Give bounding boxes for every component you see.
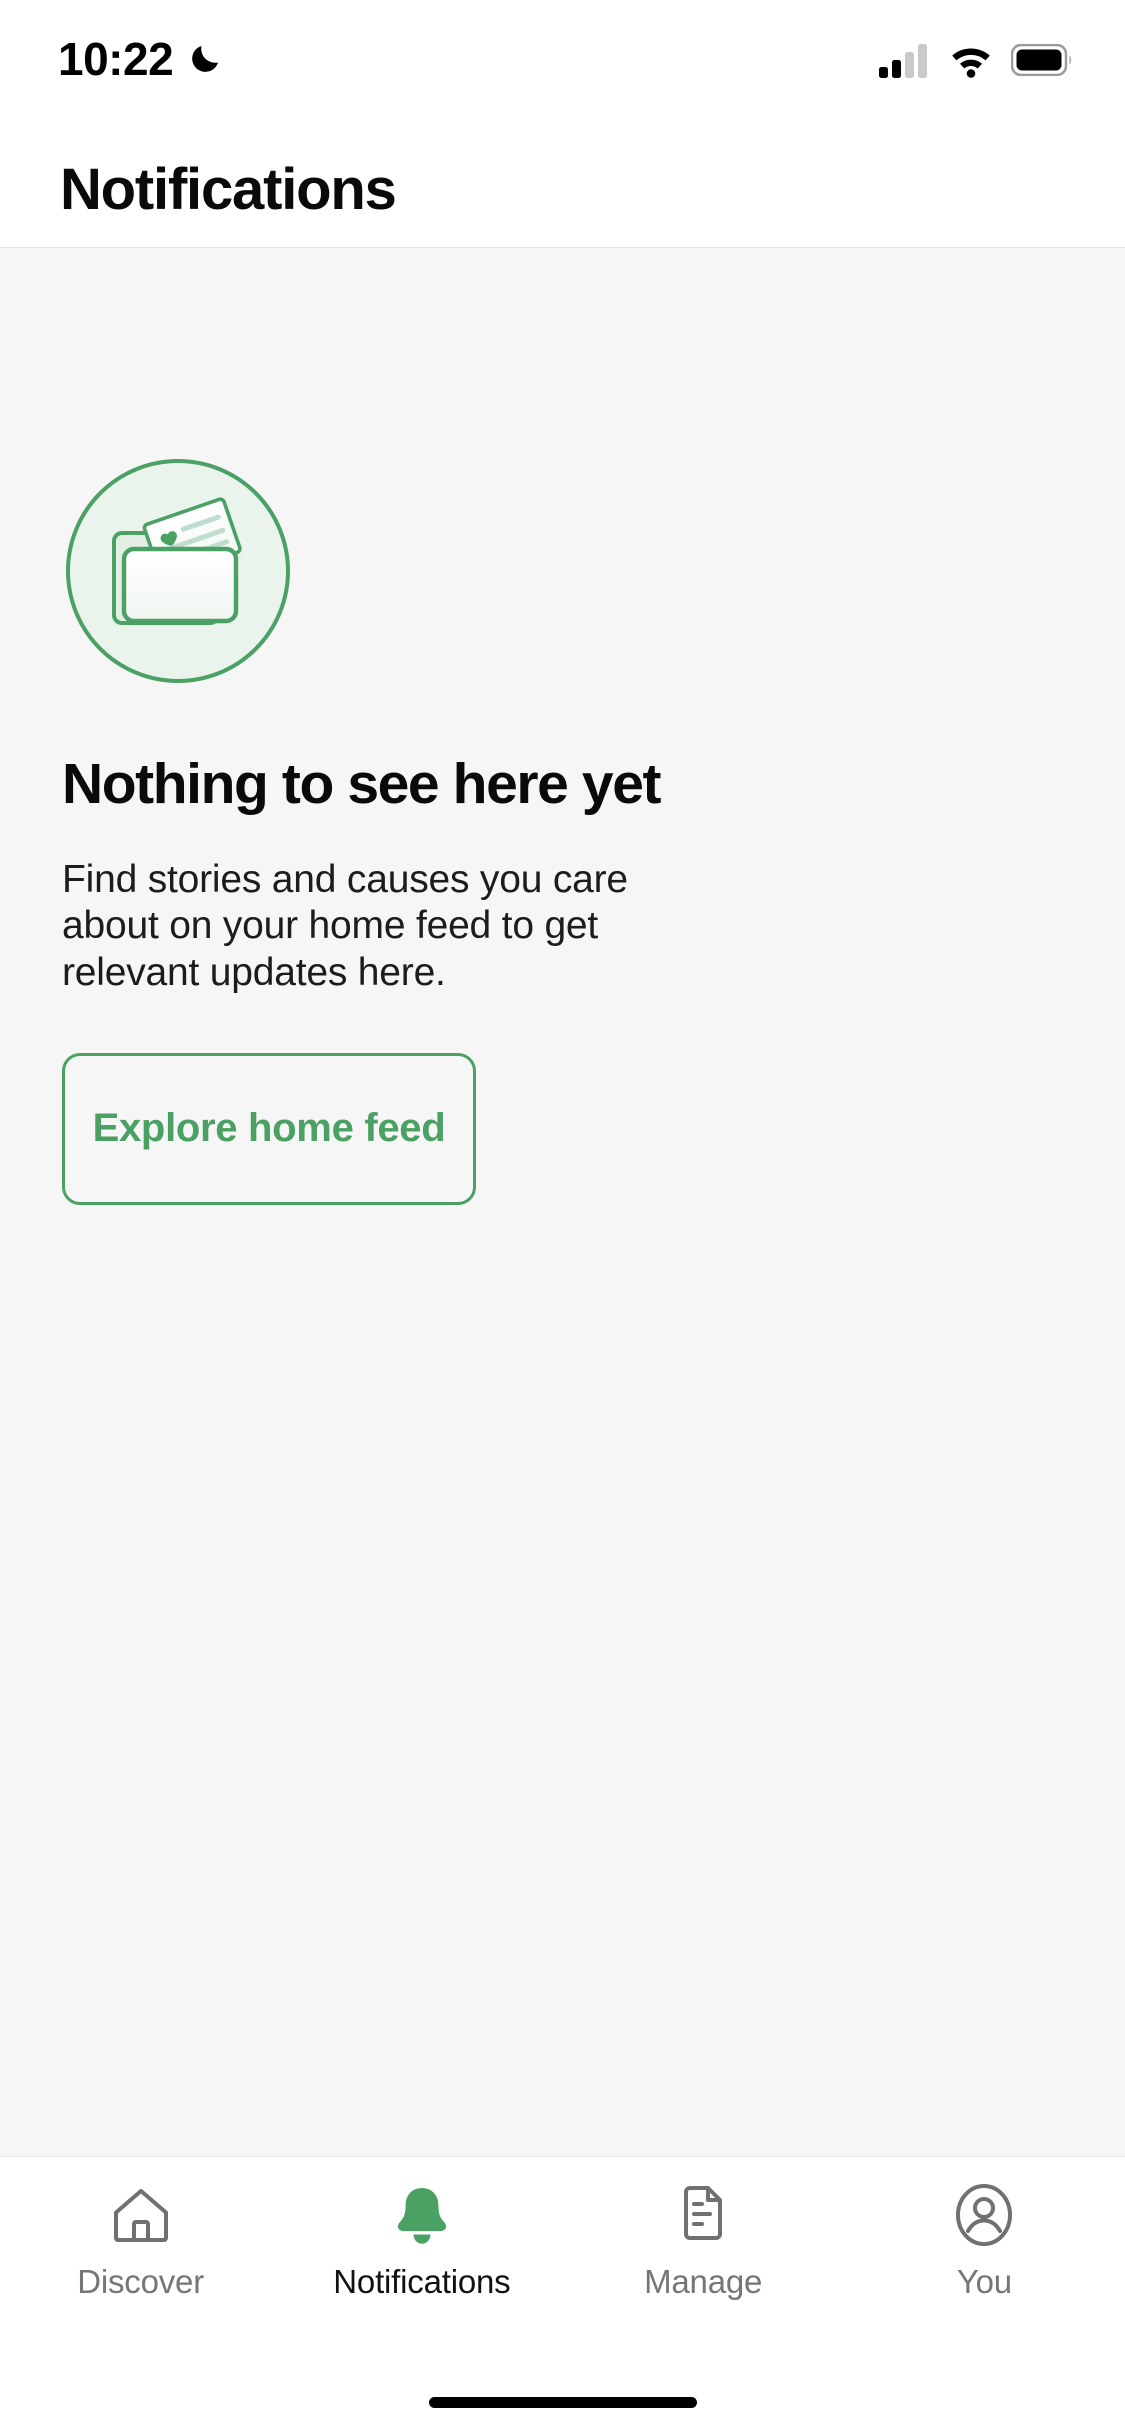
app-screen: 10:22 Notifications Nothing to see here … — [0, 0, 1125, 2436]
wifi-icon — [947, 42, 995, 83]
page-title: Notifications — [60, 156, 397, 222]
tab-label-discover: Discover — [77, 2263, 204, 2300]
empty-state-body: Find stories and causes you care about o… — [62, 857, 628, 995]
home-icon — [105, 2179, 177, 2251]
status-bar-right — [879, 42, 1073, 83]
app-header: Notifications — [0, 132, 1125, 248]
tab-discover[interactable]: Discover — [0, 2179, 281, 2298]
bell-icon — [386, 2179, 458, 2251]
status-bar: 10:22 — [0, 0, 1125, 132]
home-indicator-area — [0, 2368, 1125, 2436]
home-indicator-bar[interactable] — [428, 2396, 697, 2408]
empty-state: Nothing to see here yet Find stories and… — [0, 248, 1125, 1205]
crescent-moon-icon — [187, 37, 227, 82]
empty-state-heading: Nothing to see here yet — [62, 752, 661, 816]
cellular-signal-icon — [879, 42, 931, 83]
tab-label-manage: Manage — [644, 2263, 763, 2300]
empty-state-illustration-wrap — [62, 248, 1063, 687]
bottom-tab-bar: Discover Notifications Manage You — [0, 2156, 1125, 2368]
tab-manage[interactable]: Manage — [563, 2179, 844, 2298]
person-circle-icon — [948, 2179, 1020, 2251]
status-bar-clock: 10:22 — [58, 33, 174, 85]
battery-icon — [1010, 43, 1073, 81]
document-icon — [667, 2179, 739, 2251]
status-bar-left: 10:22 — [58, 36, 227, 82]
explore-home-feed-button[interactable]: Explore home feed — [62, 1052, 476, 1205]
folder-with-card-illustration — [66, 459, 290, 683]
tab-label-notifications: Notifications — [333, 2263, 511, 2300]
tab-notifications[interactable]: Notifications — [281, 2179, 562, 2298]
tab-you[interactable]: You — [844, 2179, 1125, 2298]
tab-label-you: You — [956, 2263, 1012, 2300]
notifications-content-area: Nothing to see here yet Find stories and… — [0, 248, 1125, 2156]
